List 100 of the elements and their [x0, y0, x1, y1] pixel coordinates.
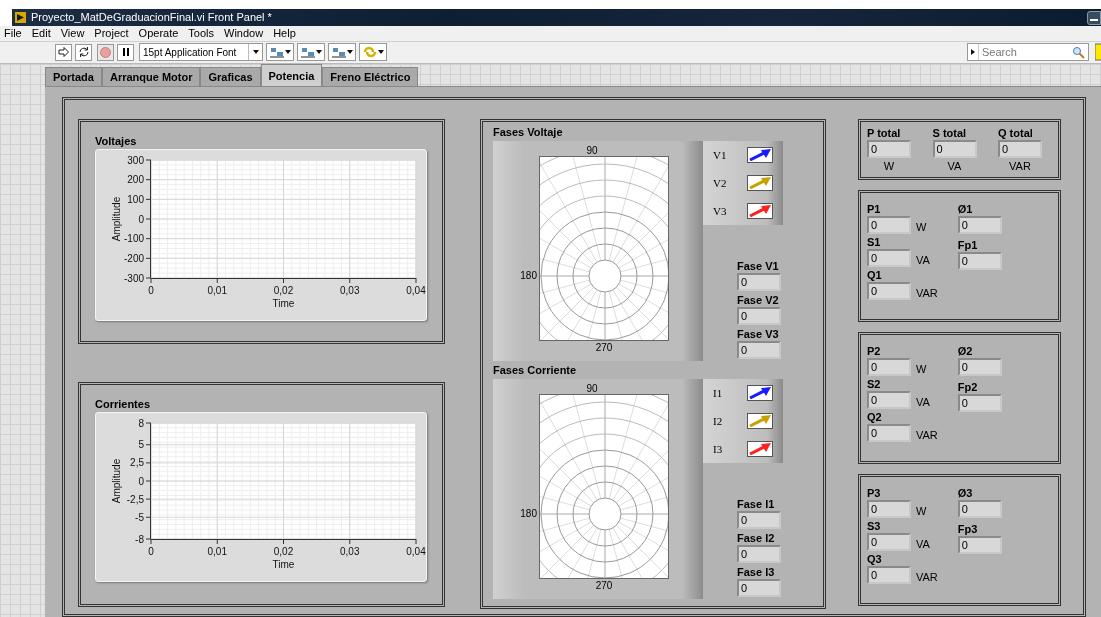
tick-label: 300 — [127, 154, 144, 166]
field-label: P3 — [867, 486, 882, 500]
unit-label: VAR — [916, 286, 938, 300]
tick-label: 2,5 — [130, 457, 144, 469]
numeric-field[interactable]: 0 — [957, 536, 1002, 554]
tab[interactable]: Freno Eléctrico — [322, 67, 419, 86]
tab[interactable]: Graficas — [200, 67, 261, 86]
menu-item[interactable]: Tools — [188, 25, 215, 42]
numeric-field[interactable]: 0 — [867, 358, 911, 376]
unit-label: VA — [946, 159, 963, 174]
font-dropdown[interactable]: 15pt Application Font — [139, 43, 263, 62]
tick-label: 0,02 — [273, 546, 294, 557]
align-dropdown[interactable] — [266, 43, 294, 62]
menu-item[interactable]: Project — [94, 25, 129, 42]
numeric-field[interactable]: 0 — [867, 282, 911, 300]
numeric-field[interactable]: 0 — [867, 566, 911, 584]
numeric-field[interactable]: 0 — [957, 358, 1002, 376]
field-label: S2 — [867, 377, 882, 391]
minimize-button[interactable] — [1087, 10, 1101, 25]
tick-label: 0,04 — [406, 285, 426, 296]
menu-item[interactable]: Help — [273, 25, 296, 42]
numeric-field[interactable]: 0 — [737, 545, 781, 563]
numeric-field[interactable]: 0 — [867, 500, 911, 518]
unit-label: VA — [916, 537, 930, 551]
tab[interactable]: Arranque Motor — [101, 67, 201, 86]
numeric-field[interactable]: 0 — [737, 341, 781, 359]
field-label: Fp1 — [957, 238, 979, 252]
axis-label: Amplitude — [111, 458, 122, 504]
unit-label: W — [916, 362, 927, 376]
stop-icon — [100, 46, 111, 58]
field-label: P2 — [867, 344, 882, 358]
numeric-field[interactable]: 0 — [867, 391, 911, 409]
numeric-field[interactable]: 0 — [867, 216, 911, 234]
tick-label: 0,04 — [406, 546, 426, 557]
unit-label: VAR — [1008, 159, 1032, 174]
legend-label: V1 — [713, 147, 727, 163]
field-label: Fase I3 — [737, 565, 776, 579]
numeric-field[interactable]: 0 — [867, 533, 911, 551]
angle-label: 270 — [594, 341, 613, 355]
unit-label: VAR — [916, 570, 938, 584]
legend-label: V3 — [713, 203, 727, 219]
tick-label: 0,03 — [340, 546, 360, 557]
unit-label: W — [916, 220, 927, 234]
axis-label: Time — [272, 298, 295, 309]
angle-label: 90 — [586, 144, 598, 156]
field-label: Fase V3 — [737, 327, 780, 341]
tick-label: 100 — [127, 193, 144, 205]
menu-item[interactable]: Edit — [31, 25, 51, 42]
resize-dropdown[interactable] — [328, 43, 356, 62]
tick-label: -300 — [124, 272, 144, 284]
field-label: Ø1 — [957, 202, 974, 216]
tick-label: -8 — [135, 533, 144, 545]
graph-title: Voltajes — [95, 134, 138, 148]
tab[interactable]: Portada — [45, 67, 102, 86]
numeric-field[interactable]: 0 — [737, 511, 781, 529]
run-continuously-button[interactable] — [75, 43, 92, 61]
field-label: Fase V1 — [737, 259, 780, 273]
caret-icon — [284, 49, 291, 56]
alignment-icon — [300, 46, 315, 59]
numeric-field[interactable]: 0 — [737, 579, 781, 597]
numeric-field[interactable]: 0 — [932, 140, 977, 158]
pause-button[interactable] — [117, 43, 134, 61]
numeric-field[interactable]: 0 — [957, 394, 1002, 412]
cycle-arrows-icon — [77, 46, 90, 59]
menu-item[interactable]: File — [4, 25, 22, 42]
search-field[interactable]: Search — [979, 44, 1072, 61]
numeric-field[interactable]: 0 — [957, 252, 1002, 270]
caret-icon — [252, 49, 259, 56]
tick-label: 0,01 — [207, 285, 227, 296]
numeric-field[interactable]: 0 — [867, 249, 911, 267]
tick-label: 8 — [138, 417, 144, 429]
numeric-field[interactable]: 0 — [867, 140, 911, 158]
menu-item[interactable]: Window — [224, 25, 264, 42]
numeric-field[interactable]: 0 — [737, 273, 781, 291]
numeric-field[interactable]: 0 — [737, 307, 781, 325]
minimize-icon — [1090, 18, 1098, 21]
search-box[interactable]: Search — [967, 43, 1089, 62]
field-label: Fase I1 — [737, 497, 776, 511]
numeric-field[interactable]: 0 — [867, 424, 911, 442]
tick-label: -5 — [135, 511, 144, 523]
field-label: Fp3 — [957, 522, 979, 536]
tab[interactable]: Potencia — [260, 64, 323, 86]
field-label: Ø2 — [957, 344, 974, 358]
unit-label: VA — [916, 253, 930, 267]
menu-item[interactable]: Operate — [138, 25, 179, 42]
angle-label: 180 — [519, 269, 538, 283]
distribute-dropdown[interactable] — [297, 43, 325, 62]
angle-label: 270 — [594, 579, 613, 593]
legend-label: I1 — [713, 385, 723, 401]
plot-title: Fases Corriente — [493, 363, 578, 377]
numeric-field[interactable]: 0 — [957, 500, 1002, 518]
tick-label: 200 — [127, 174, 144, 186]
axis-label: Amplitude — [111, 196, 122, 242]
tick-label: 0 — [148, 285, 154, 296]
numeric-field[interactable]: 0 — [957, 216, 1002, 234]
menu-item[interactable]: View — [60, 25, 85, 42]
unit-label: W — [916, 504, 927, 518]
reorder-dropdown[interactable] — [359, 43, 387, 62]
legend-label: V2 — [713, 175, 727, 191]
numeric-field[interactable]: 0 — [998, 140, 1042, 158]
